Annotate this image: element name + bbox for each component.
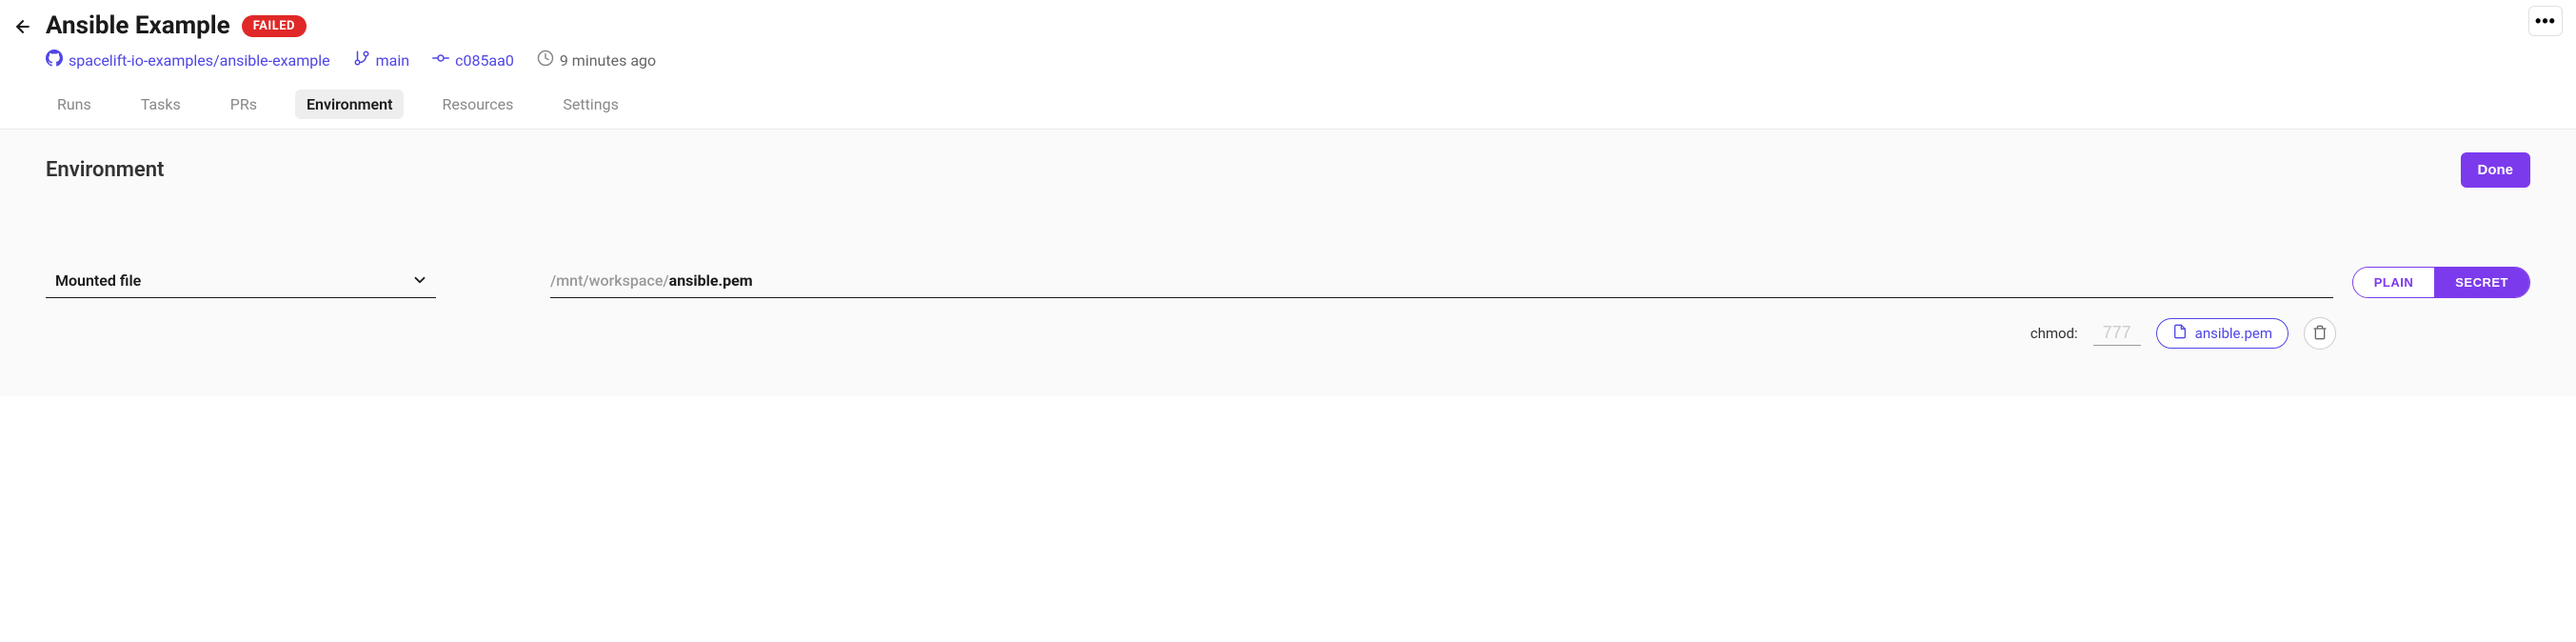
path-input[interactable]: /mnt/workspace/ansible.pem bbox=[550, 264, 2333, 298]
commit-icon bbox=[432, 50, 449, 70]
path-prefix: /mnt/workspace/ bbox=[550, 271, 669, 290]
chmod-label: chmod: bbox=[2031, 325, 2078, 342]
branch-name: main bbox=[376, 51, 409, 70]
file-chip-name: ansible.pem bbox=[2195, 325, 2272, 342]
visibility-toggle: PLAIN SECRET bbox=[2352, 267, 2530, 298]
branch-icon bbox=[353, 50, 370, 70]
file-icon bbox=[2172, 324, 2188, 343]
timestamp: 9 minutes ago bbox=[537, 50, 656, 70]
page-title: Ansible Example bbox=[46, 11, 230, 40]
tab-prs[interactable]: PRs bbox=[219, 90, 268, 119]
timestamp-text: 9 minutes ago bbox=[560, 51, 656, 70]
commit-link[interactable]: c085aa0 bbox=[432, 50, 514, 70]
clock-icon bbox=[537, 50, 554, 70]
branch-link[interactable]: main bbox=[353, 50, 409, 70]
type-select[interactable]: Mounted file bbox=[46, 264, 436, 298]
section-title: Environment bbox=[46, 158, 164, 182]
tab-settings[interactable]: Settings bbox=[551, 90, 629, 119]
commit-hash: c085aa0 bbox=[455, 51, 514, 70]
done-button[interactable]: Done bbox=[2461, 152, 2531, 188]
status-badge: FAILED bbox=[242, 15, 307, 37]
tabs: Runs Tasks PRs Environment Resources Set… bbox=[46, 90, 2530, 119]
toggle-plain[interactable]: PLAIN bbox=[2353, 268, 2435, 297]
chmod-input[interactable] bbox=[2093, 321, 2141, 346]
back-arrow[interactable] bbox=[13, 17, 32, 40]
trash-icon bbox=[2312, 325, 2328, 343]
file-chip[interactable]: ansible.pem bbox=[2156, 318, 2289, 349]
tab-resources[interactable]: Resources bbox=[430, 90, 525, 119]
type-select-wrapper[interactable]: Mounted file bbox=[46, 264, 436, 298]
github-icon bbox=[46, 50, 63, 70]
repo-name: spacelift-io-examples/ansible-example bbox=[69, 51, 330, 70]
toggle-secret[interactable]: SECRET bbox=[2434, 268, 2529, 297]
tab-environment[interactable]: Environment bbox=[295, 90, 404, 119]
tab-runs[interactable]: Runs bbox=[46, 90, 103, 119]
tab-tasks[interactable]: Tasks bbox=[129, 90, 192, 119]
delete-button[interactable] bbox=[2304, 317, 2336, 350]
more-options-button[interactable]: ••• bbox=[2528, 6, 2563, 36]
repo-link[interactable]: spacelift-io-examples/ansible-example bbox=[46, 50, 330, 70]
path-filename: ansible.pem bbox=[669, 271, 753, 290]
